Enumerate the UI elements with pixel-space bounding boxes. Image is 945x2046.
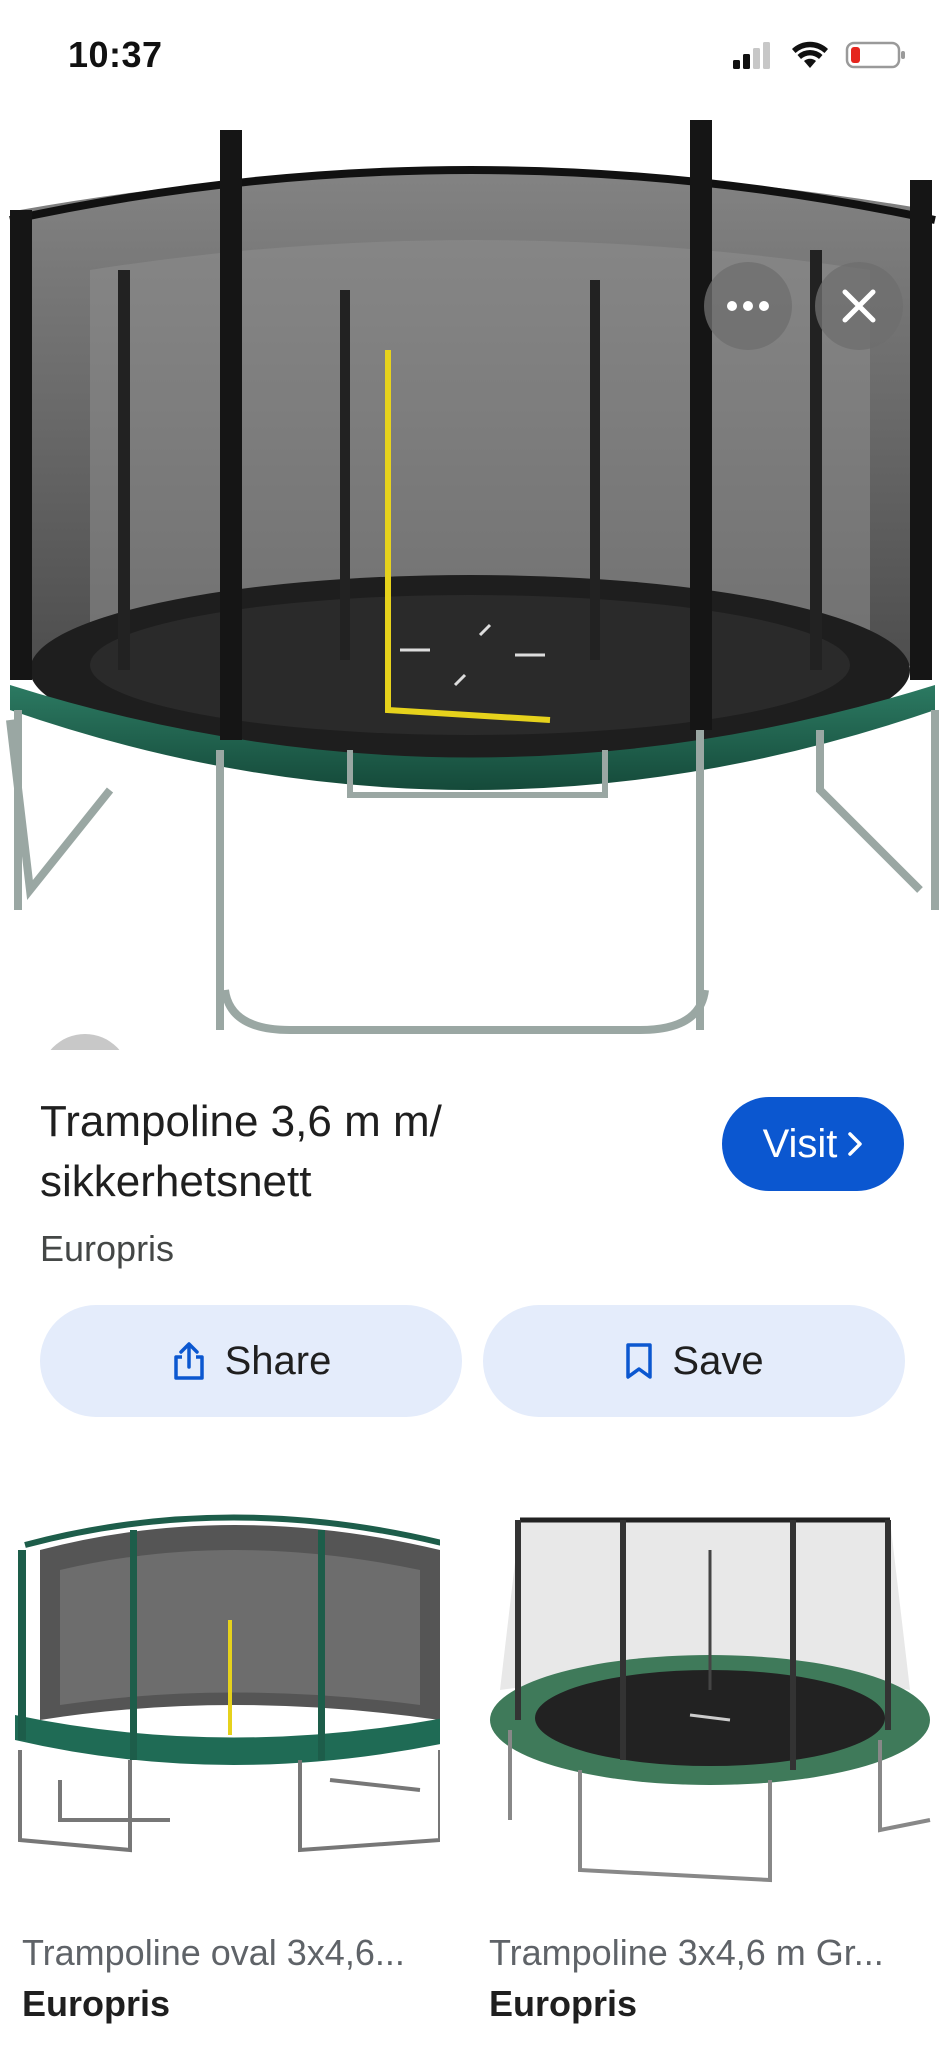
result-title[interactable]: Trampoline 3,6 m m/ sikkerhetsnett bbox=[40, 1092, 680, 1212]
trampoline-image bbox=[6, 120, 939, 1034]
related-title: Trampoline 3x4,6 m Gr... bbox=[489, 1932, 884, 1973]
save-label: Save bbox=[672, 1338, 764, 1383]
more-horizontal-icon bbox=[727, 301, 769, 311]
close-icon bbox=[842, 289, 876, 323]
result-source: Europris bbox=[40, 1228, 175, 1269]
related-source: Europris bbox=[22, 1983, 171, 2024]
battery-icon bbox=[845, 41, 905, 69]
chevron-right-icon bbox=[848, 1132, 863, 1156]
save-button[interactable]: Save bbox=[483, 1305, 905, 1417]
related-source: Europris bbox=[489, 1983, 638, 2024]
related-image bbox=[490, 1517, 931, 1883]
bookmark-icon bbox=[626, 1343, 653, 1379]
visit-label: Visit bbox=[762, 1121, 838, 1166]
share-icon bbox=[173, 1342, 204, 1380]
hero-image[interactable] bbox=[0, 110, 945, 1050]
wifi-icon bbox=[792, 41, 828, 68]
signal-icon bbox=[733, 42, 770, 69]
related-card[interactable]: Trampoline oval 3x4,6... Europris bbox=[0, 1490, 460, 2024]
status-icons bbox=[731, 40, 907, 70]
visit-button[interactable]: Visit bbox=[722, 1097, 904, 1191]
share-label: Share bbox=[224, 1338, 332, 1383]
related-image bbox=[15, 1514, 460, 1853]
related-card[interactable]: Trampoline 3x4,6 m Gr... Europris bbox=[470, 1490, 945, 2024]
more-options-button[interactable] bbox=[704, 262, 792, 350]
related-title: Trampoline oval 3x4,6... bbox=[22, 1932, 405, 1973]
status-bar: 10:37 bbox=[0, 0, 945, 110]
close-button[interactable] bbox=[815, 262, 903, 350]
status-time: 10:37 bbox=[68, 34, 163, 75]
share-button[interactable]: Share bbox=[40, 1305, 462, 1417]
